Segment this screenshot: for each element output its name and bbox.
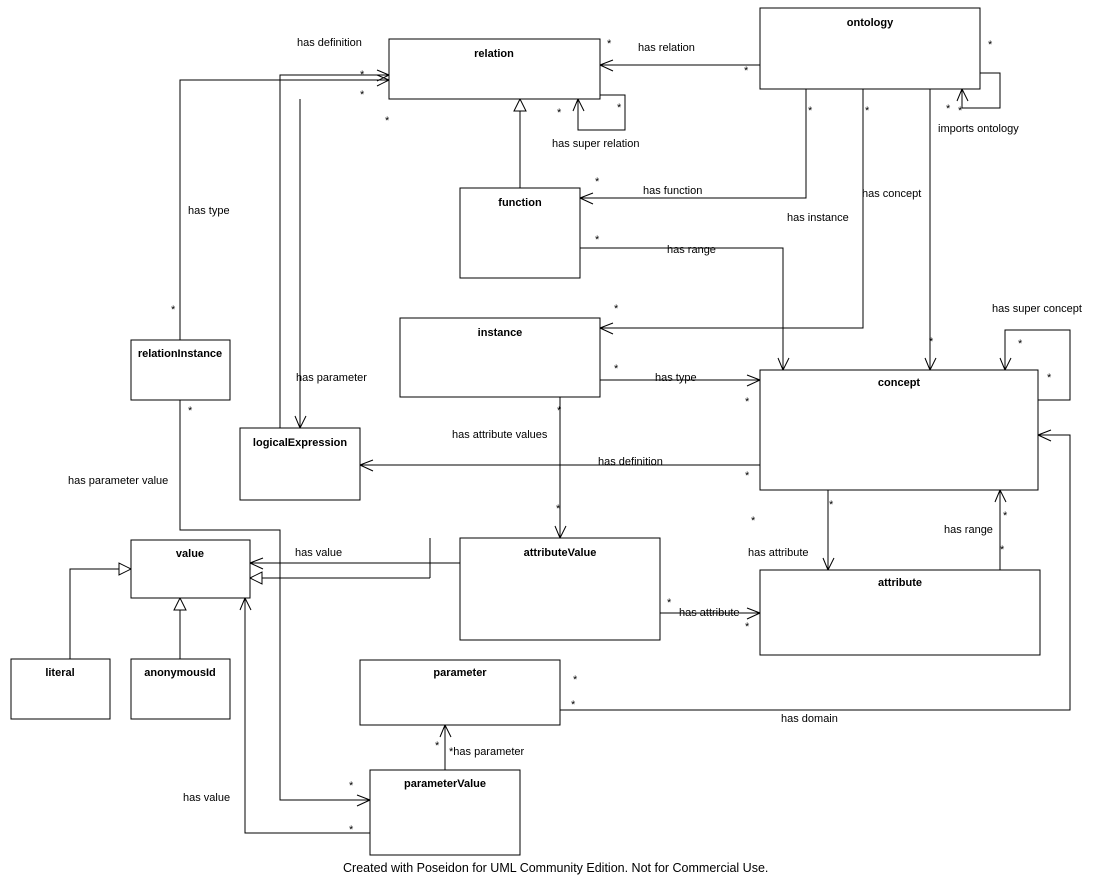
class-box-relation[interactable]: relation	[388, 38, 601, 100]
class-box-logicalexpression[interactable]: logicalExpression	[239, 427, 361, 501]
multiplicity-marker: *	[614, 303, 619, 315]
edge-label-has-value-attrval: has value	[295, 547, 342, 559]
edge-has-range-function[interactable]	[580, 247, 784, 370]
multiplicity-marker: *	[360, 69, 365, 81]
edge-label-has-instance: has instance	[787, 212, 849, 224]
class-title-attributevalue: attributeValue	[524, 547, 597, 559]
multiplicity-marker: *	[573, 674, 578, 686]
edge-label-has-attribute-concept: has attribute	[748, 547, 809, 559]
multiplicity-marker: *	[929, 336, 934, 348]
multiplicity-marker: *	[349, 824, 354, 836]
multiplicity-marker: *	[556, 503, 561, 515]
edge-label-has-super-concept: has super concept	[992, 303, 1082, 315]
multiplicity-marker: *	[571, 699, 576, 711]
class-box-function[interactable]: function	[459, 187, 581, 279]
class-box-ontology[interactable]: ontology	[759, 7, 981, 90]
class-title-instance: instance	[478, 327, 523, 339]
edge-label-has-function: has function	[643, 185, 702, 197]
multiplicity-marker: *	[865, 105, 870, 117]
generalization-triangle-attrvalue	[248, 571, 263, 585]
edge-label-has-domain: has domain	[781, 713, 838, 725]
multiplicity-marker: *	[958, 105, 963, 117]
multiplicity-marker: *	[1003, 510, 1008, 522]
edge-label-has-relation: has relation	[638, 42, 695, 54]
edge-label-has-parameter-value: has parameter value	[68, 475, 168, 487]
multiplicity-marker: *	[595, 176, 600, 188]
generalization-triangle-anonymousid	[173, 596, 187, 611]
class-title-parametervalue: parameterValue	[404, 778, 486, 790]
class-box-relationinstance[interactable]: relationInstance	[130, 339, 231, 401]
multiplicity-marker: *	[745, 621, 750, 633]
generalization-triangle-function	[513, 97, 527, 112]
class-box-instance[interactable]: instance	[399, 317, 601, 398]
uml-class-diagram: ontology relation function instance conc…	[10, 7, 1082, 875]
edge-label-has-attribute-values: has attribute values	[452, 429, 548, 441]
multiplicity-marker: *	[557, 107, 562, 119]
multiplicity-marker: *	[360, 89, 365, 101]
multiplicity-marker: *	[557, 405, 562, 417]
generalization-triangle-literal	[118, 562, 133, 576]
class-title-ontology: ontology	[847, 17, 894, 29]
edge-label-has-parameter-paramval: *has parameter	[449, 746, 525, 758]
edge-gen-literal-value[interactable]	[69, 568, 121, 659]
class-title-relation: relation	[474, 48, 514, 60]
class-box-parameter[interactable]: parameter	[359, 659, 561, 726]
multiplicity-marker: *	[614, 363, 619, 375]
class-title-relationinstance: relationInstance	[138, 348, 222, 360]
edge-has-instance[interactable]	[600, 89, 864, 329]
multiplicity-marker: *	[667, 597, 672, 609]
class-title-literal: literal	[45, 667, 74, 679]
multiplicity-marker: *	[1000, 544, 1005, 556]
class-title-anonymousid: anonymousId	[144, 667, 216, 679]
edge-label-has-type-instance: has type	[655, 372, 697, 384]
multiplicity-marker: *	[745, 396, 750, 408]
edge-has-value-paramval[interactable]	[244, 598, 370, 834]
class-box-literal[interactable]: literal	[10, 658, 111, 720]
multiplicity-marker: *	[1047, 372, 1052, 384]
edge-label-has-type-relinst: has type	[188, 205, 230, 217]
multiplicity-marker: *	[808, 105, 813, 117]
multiplicity-marker: *	[188, 405, 193, 417]
edge-label-imports-ontology: imports ontology	[938, 123, 1019, 135]
diagram-caption: Created with Poseidon for UML Community …	[343, 861, 768, 875]
class-title-function: function	[498, 197, 542, 209]
class-title-attribute: attribute	[878, 577, 922, 589]
edge-label-has-attribute-attrval: has attribute	[679, 607, 740, 619]
class-box-anonymousid[interactable]: anonymousId	[130, 658, 231, 720]
class-title-value: value	[176, 548, 204, 560]
class-title-logicalexpression: logicalExpression	[253, 437, 347, 449]
edge-label-has-range-attribute: has range	[944, 524, 993, 536]
edge-label-has-concept: has concept	[862, 188, 921, 200]
class-box-attribute[interactable]: attribute	[759, 569, 1041, 656]
multiplicity-marker: *	[744, 65, 749, 77]
multiplicity-marker: *	[829, 499, 834, 511]
edge-label-has-parameter-logexp: has parameter	[296, 372, 367, 384]
edge-label-has-definition-concept: has definition	[598, 456, 663, 468]
uml-diagram-canvas: ontology relation function instance conc…	[0, 0, 1095, 892]
multiplicity-marker: *	[595, 234, 600, 246]
multiplicity-marker: *	[435, 740, 440, 752]
class-title-parameter: parameter	[433, 667, 487, 679]
multiplicity-marker: *	[617, 102, 622, 114]
edge-label-has-value-paramval: has value	[183, 792, 230, 804]
class-box-parametervalue[interactable]: parameterValue	[369, 769, 521, 856]
class-box-value[interactable]: value	[130, 539, 251, 599]
class-title-concept: concept	[878, 377, 921, 389]
class-box-attributevalue[interactable]: attributeValue	[459, 537, 661, 641]
multiplicity-marker: *	[988, 39, 993, 51]
multiplicity-marker: *	[745, 470, 750, 482]
multiplicity-marker: *	[349, 780, 354, 792]
class-box-concept[interactable]: concept	[759, 369, 1039, 491]
edge-label-has-super-relation: has super relation	[552, 138, 639, 150]
edge-label-has-definition-relation: has definition	[297, 37, 362, 49]
multiplicity-marker: *	[751, 515, 756, 527]
multiplicity-marker: *	[171, 304, 176, 316]
multiplicity-marker: *	[385, 115, 390, 127]
multiplicity-marker: *	[946, 103, 951, 115]
edge-label-has-range-function: has range	[667, 244, 716, 256]
multiplicity-marker: *	[607, 38, 612, 50]
multiplicity-marker: *	[1018, 338, 1023, 350]
